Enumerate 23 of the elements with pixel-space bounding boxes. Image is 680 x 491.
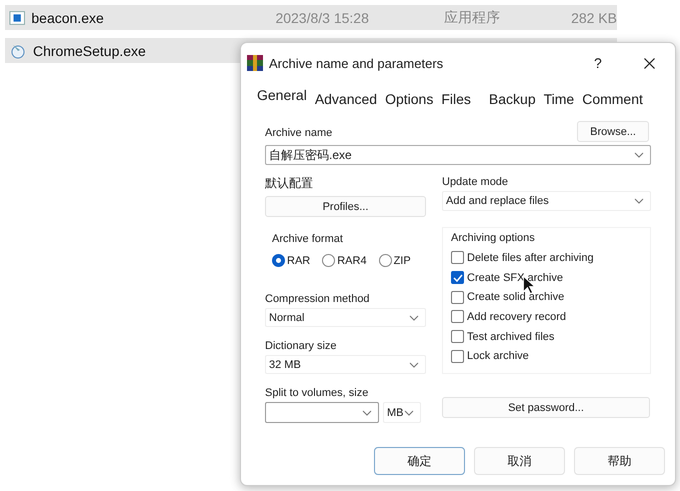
radio-label: ZIP [394,254,411,266]
profile-label: 默认配置 [265,175,314,192]
file-type: 应用程序 [444,8,501,26]
checkbox-label: Add recovery record [467,310,566,323]
field-label: Split to volumes, size [265,387,370,399]
checkbox-label: Lock archive [467,350,529,362]
file-name: beacon.exe [31,10,105,26]
checkbox-label: Test archived files [467,330,554,343]
radio-label: RAR4 [337,254,367,266]
radio-label: RAR [287,254,310,266]
checkbox-label: Delete files after archiving [467,252,594,264]
file-name: ChromeSetup.exe [33,42,147,58]
group-label: Archive format [272,233,343,245]
checkbox-label: Create solid archive [467,291,564,304]
checkbox-label: Create SFX archive [467,272,563,284]
field-label: Archive name [265,127,332,139]
file-date: 2023/8/3 15:28 [275,10,370,26]
group-label: Archiving options [451,232,535,244]
field-label: Update mode [442,176,510,188]
file-size: 282 KB [570,10,617,26]
field-label: Dictionary size [265,340,338,352]
window-title: Archive name and parameters [269,56,444,70]
field-label: Compression method [265,293,371,305]
